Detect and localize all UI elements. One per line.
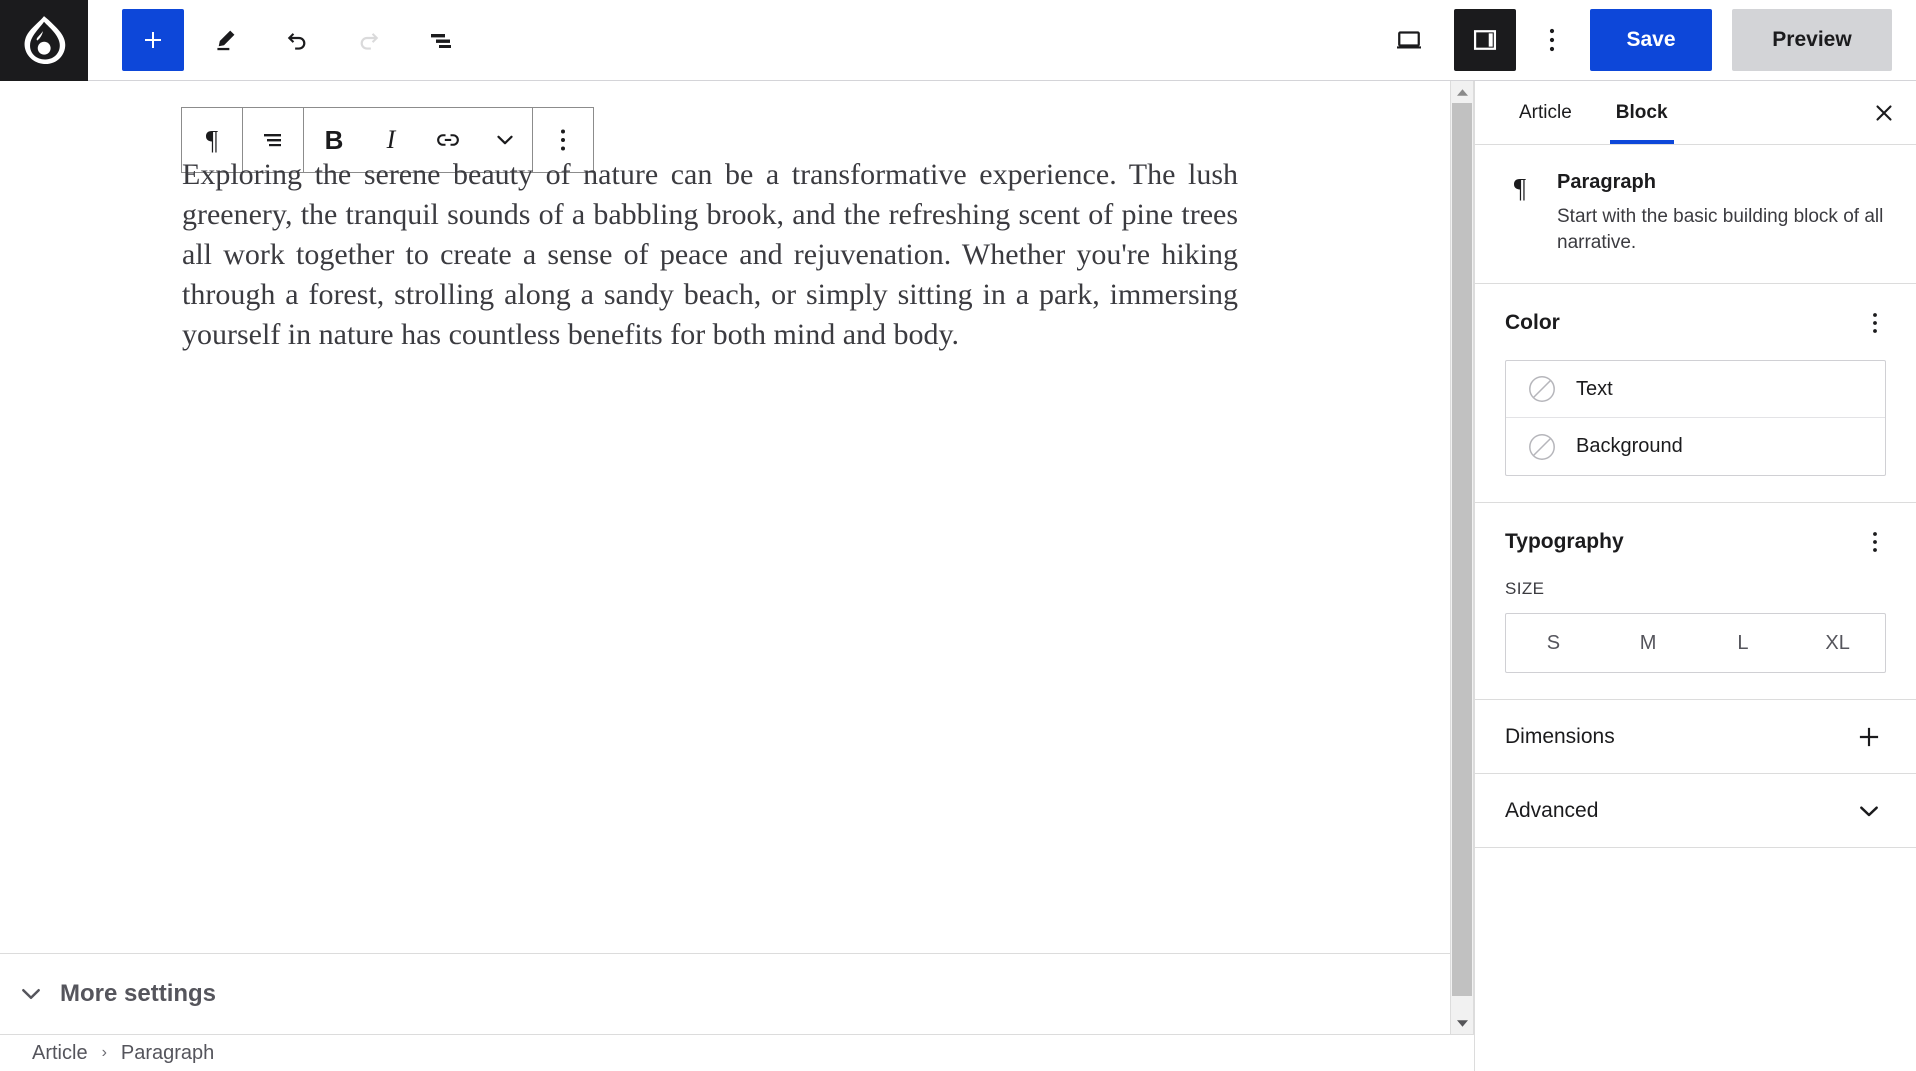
tab-block[interactable]: Block — [1594, 81, 1690, 144]
edit-mode-button[interactable] — [194, 9, 256, 71]
expand-advanced-button[interactable] — [1852, 794, 1886, 828]
dimensions-title: Dimensions — [1505, 724, 1615, 748]
scroll-up-button[interactable] — [1451, 81, 1473, 103]
font-size-m[interactable]: M — [1601, 614, 1696, 672]
save-button[interactable]: Save — [1590, 9, 1712, 71]
drupal-block-editor: Save Preview ¶ B I Exploring the serene … — [0, 0, 1916, 1071]
link-icon — [437, 134, 459, 146]
block-info-text: Paragraph Start with the basic building … — [1557, 171, 1886, 255]
typography-section-title: Typography — [1505, 530, 1624, 554]
vertical-ellipsis-icon — [1873, 313, 1877, 334]
chevron-down-icon — [497, 135, 513, 145]
block-info-card: ¶ Paragraph Start with the basic buildin… — [1475, 145, 1916, 285]
preview-device-button[interactable] — [1378, 9, 1440, 71]
more-settings-bar[interactable]: More settings — [0, 953, 1450, 1034]
undo-icon — [287, 33, 306, 50]
redo-button[interactable] — [338, 9, 400, 71]
triangle-up-icon — [1456, 88, 1468, 96]
toggle-sidebar-button[interactable] — [1454, 9, 1516, 71]
paragraph-type-icon: ¶ — [205, 124, 219, 155]
chevron-down-icon — [1860, 806, 1878, 817]
vertical-ellipsis-icon — [1549, 28, 1555, 52]
color-option-background[interactable]: Background — [1506, 418, 1885, 475]
empty-swatch-icon — [1529, 433, 1555, 460]
breadcrumb-item-paragraph[interactable]: Paragraph — [121, 1042, 214, 1065]
vertical-ellipsis-icon — [561, 129, 565, 151]
document-overview-button[interactable] — [410, 9, 472, 71]
block-description: Start with the basic building block of a… — [1557, 206, 1884, 253]
advanced-section[interactable]: Advanced — [1475, 774, 1916, 849]
close-sidebar-button[interactable] — [1852, 81, 1916, 144]
breadcrumb-separator: › — [101, 1044, 107, 1061]
color-options-list: Text Background — [1505, 360, 1886, 477]
scrollbar-thumb[interactable] — [1452, 103, 1472, 996]
top-more-menu-button[interactable] — [1530, 9, 1574, 71]
typography-options-button[interactable] — [1864, 525, 1886, 559]
paragraph-block-content[interactable]: Exploring the serene beauty of nature ca… — [182, 155, 1238, 354]
color-option-label: Background — [1576, 435, 1683, 458]
desktop-preview-icon — [1397, 31, 1421, 49]
typography-section-header: Typography — [1505, 525, 1886, 559]
font-size-s[interactable]: S — [1506, 614, 1601, 672]
close-icon — [1876, 104, 1892, 121]
settings-sidebar: Article Block ¶ Paragraph Start with the… — [1474, 81, 1916, 1071]
editor-canvas: ¶ B I Exploring the serene beauty of nat… — [0, 81, 1450, 953]
color-option-label: Text — [1576, 377, 1613, 400]
color-section-header: Color — [1505, 306, 1886, 340]
align-text-icon — [264, 134, 281, 147]
drupal-drop-icon — [24, 16, 66, 65]
plus-icon — [1859, 727, 1879, 746]
block-title: Paragraph — [1557, 171, 1656, 193]
color-section: Color Text Background — [1475, 284, 1916, 504]
advanced-title: Advanced — [1505, 798, 1599, 822]
breadcrumb: Article › Paragraph — [0, 1034, 1476, 1071]
triangle-down-icon — [1456, 1019, 1468, 1027]
sidebar-tablist: Article Block — [1475, 81, 1916, 145]
empty-swatch-icon — [1529, 376, 1555, 403]
font-size-selector: S M L XL — [1505, 613, 1886, 674]
vertical-ellipsis-icon — [1873, 532, 1877, 553]
scroll-down-button[interactable] — [1451, 1012, 1473, 1034]
breadcrumb-item-article[interactable]: Article — [32, 1042, 88, 1065]
paragraph-glyph: ¶ — [1513, 173, 1527, 203]
font-size-xl[interactable]: XL — [1790, 614, 1885, 672]
italic-icon: I — [386, 125, 396, 154]
undo-button[interactable] — [266, 9, 328, 71]
document-outline-icon — [431, 34, 451, 48]
typography-section: Typography SIZE S M L XL — [1475, 503, 1916, 701]
dimensions-section[interactable]: Dimensions — [1475, 700, 1916, 775]
top-toolbar-right: Save Preview — [1378, 9, 1916, 71]
add-dimension-button[interactable] — [1852, 720, 1886, 754]
redo-icon — [360, 33, 379, 50]
color-option-text[interactable]: Text — [1506, 361, 1885, 419]
editor-scrollbar[interactable] — [1450, 81, 1474, 1034]
more-settings-label: More settings — [60, 980, 217, 1007]
top-toolbar: Save Preview — [0, 0, 1916, 81]
color-section-title: Color — [1505, 311, 1560, 335]
tab-article[interactable]: Article — [1497, 81, 1594, 144]
paragraph-icon: ¶ — [1505, 171, 1535, 255]
top-toolbar-left — [88, 9, 472, 71]
drupal-logo[interactable] — [0, 0, 88, 81]
plus-icon — [145, 32, 161, 48]
font-size-label: SIZE — [1505, 579, 1545, 599]
sidebar-panel-icon — [1473, 30, 1497, 50]
edit-pencil-icon — [217, 30, 235, 51]
bold-icon: B — [324, 124, 344, 155]
font-size-l[interactable]: L — [1696, 614, 1791, 672]
color-options-button[interactable] — [1864, 306, 1886, 340]
chevron-down-icon — [22, 988, 40, 1000]
preview-button[interactable]: Preview — [1732, 9, 1892, 71]
add-block-button[interactable] — [122, 9, 184, 71]
